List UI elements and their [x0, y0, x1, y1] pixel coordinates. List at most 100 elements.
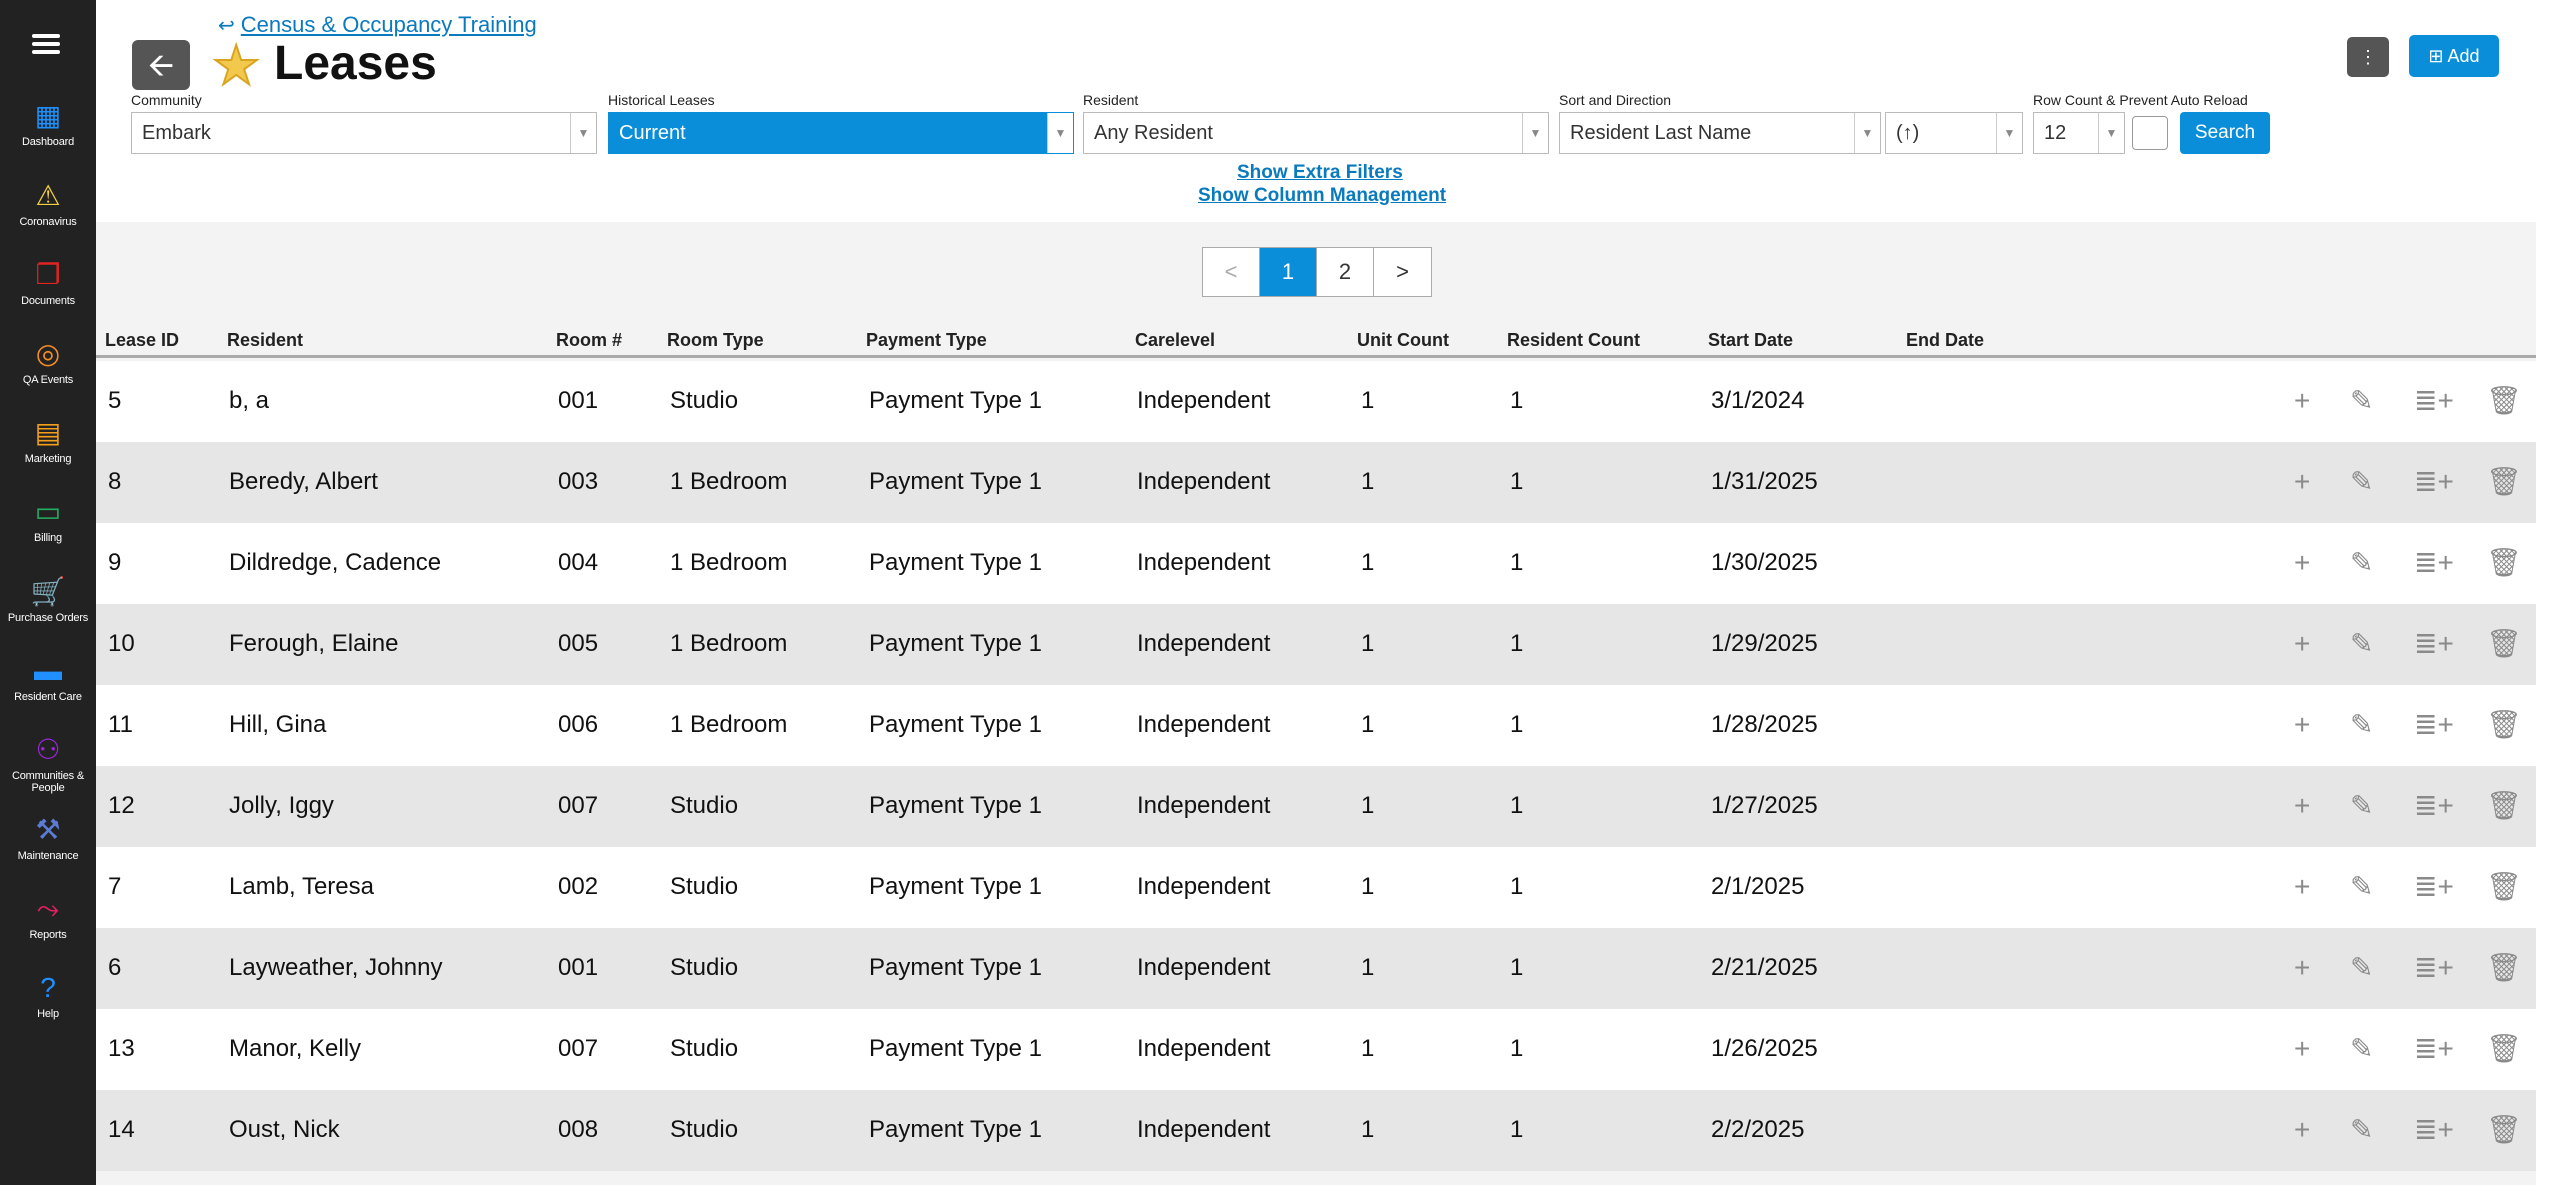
sidebar-item-communities-people[interactable]: ⚇ Communities & People: [0, 734, 96, 812]
sidebar-item-coronavirus[interactable]: ⚠ Coronavirus: [0, 180, 96, 258]
pencil-icon[interactable]: ✎: [2350, 1033, 2373, 1065]
column-header-room[interactable]: Room #: [556, 330, 622, 351]
more-options-button[interactable]: ⋮: [2347, 37, 2389, 77]
trash-icon[interactable]: 🗑: [2486, 1033, 2522, 1065]
plus-icon[interactable]: +: [2294, 547, 2310, 579]
direction-select[interactable]: (↑) ▼: [1885, 112, 2023, 154]
table-row[interactable]: 12 Jolly, Iggy 007 Studio Payment Type 1 Inde…: [96, 766, 2536, 847]
sidebar-item-maintenance[interactable]: ⚒ Maintenance: [0, 814, 96, 892]
list-add-icon[interactable]: ≣+: [2414, 1033, 2454, 1065]
pencil-icon[interactable]: ✎: [2350, 871, 2373, 903]
resident-select[interactable]: Any Resident ▼: [1083, 112, 1549, 154]
trash-icon[interactable]: 🗑: [2486, 628, 2522, 660]
sort-select[interactable]: Resident Last Name ▼: [1559, 112, 1881, 154]
cell-start-date: 1/31/2025: [1711, 468, 1818, 495]
trash-icon[interactable]: 🗑: [2486, 709, 2522, 741]
trash-icon[interactable]: 🗑: [2486, 1114, 2522, 1146]
row-count-select[interactable]: 12 ▼: [2033, 112, 2125, 154]
pencil-icon[interactable]: ✎: [2350, 790, 2373, 822]
pagination-page-1[interactable]: 1: [1260, 248, 1317, 296]
list-add-icon[interactable]: ≣+: [2414, 547, 2454, 579]
trash-icon[interactable]: 🗑: [2486, 385, 2522, 417]
list-add-icon[interactable]: ≣+: [2414, 1114, 2454, 1146]
cell-resident-count: 1: [1510, 468, 1524, 495]
sidebar-item-marketing[interactable]: ▤ Marketing: [0, 417, 96, 495]
search-button[interactable]: Search: [2180, 112, 2270, 154]
table-row[interactable]: 7 Lamb, Teresa 002 Studio Payment Type 1 Inde…: [96, 847, 2536, 928]
community-select[interactable]: Embark ▼: [131, 112, 597, 154]
sidebar-item-dashboard[interactable]: ▦ Dashboard: [0, 100, 96, 178]
sidebar-item-billing[interactable]: ▭ Billing: [0, 496, 96, 574]
column-header-start-date[interactable]: Start Date: [1708, 330, 1793, 351]
cell-unit-count: 1: [1361, 1035, 1375, 1062]
column-header-carelevel[interactable]: Carelevel: [1135, 330, 1215, 351]
table-row[interactable]: 13 Manor, Kelly 007 Studio Payment Type 1 Ind…: [96, 1009, 2536, 1090]
breadcrumb-link[interactable]: Census & Occupancy Training: [241, 12, 537, 37]
cell-resident-count: 1: [1510, 1035, 1524, 1062]
sidebar-item-label: Marketing: [24, 453, 72, 465]
table-row[interactable]: 10 Ferough, Elaine 005 1 Bedroom Payment Typ…: [96, 604, 2536, 685]
table-row[interactable]: 6 Layweather, Johnny 001 Studio Payment Type…: [96, 928, 2536, 1009]
pencil-icon[interactable]: ✎: [2350, 547, 2373, 579]
plus-icon[interactable]: +: [2294, 952, 2310, 984]
sidebar-item-purchase-orders[interactable]: 🛒 Purchase Orders: [0, 576, 96, 654]
warning-icon: ⚠: [35, 180, 61, 211]
column-header-room-type[interactable]: Room Type: [667, 330, 764, 351]
prevent-auto-reload-checkbox[interactable]: [2132, 116, 2168, 150]
pagination-page-2[interactable]: 2: [1317, 248, 1374, 296]
list-add-icon[interactable]: ≣+: [2414, 385, 2454, 417]
list-add-icon[interactable]: ≣+: [2414, 790, 2454, 822]
plus-icon[interactable]: +: [2294, 385, 2310, 417]
pencil-icon[interactable]: ✎: [2350, 709, 2373, 741]
favorite-star-icon[interactable]: ★: [211, 37, 261, 95]
list-add-icon[interactable]: ≣+: [2414, 709, 2454, 741]
pencil-icon[interactable]: ✎: [2350, 952, 2373, 984]
sort-direction-label: Sort and Direction: [1559, 92, 1672, 108]
trash-icon[interactable]: 🗑: [2486, 547, 2522, 579]
list-add-icon[interactable]: ≣+: [2414, 628, 2454, 660]
pencil-icon[interactable]: ✎: [2350, 628, 2373, 660]
sidebar-item-help[interactable]: ? Help: [0, 972, 96, 1050]
plus-icon[interactable]: +: [2294, 871, 2310, 903]
pagination-next[interactable]: >: [1374, 248, 1431, 296]
show-extra-filters-link[interactable]: Show Extra Filters: [1237, 162, 1403, 184]
pencil-icon[interactable]: ✎: [2350, 1114, 2373, 1146]
trash-icon[interactable]: 🗑: [2486, 952, 2522, 984]
historical-leases-select[interactable]: Current ▼: [608, 112, 1074, 154]
back-button[interactable]: 🡨: [132, 40, 190, 90]
column-header-unit-count[interactable]: Unit Count: [1357, 330, 1449, 351]
table-row[interactable]: 8 Beredy, Albert 003 1 Bedroom Payment Type …: [96, 442, 2536, 523]
table-row[interactable]: 11 Hill, Gina 006 1 Bedroom Payment Type 1 In…: [96, 685, 2536, 766]
sidebar-item-documents[interactable]: ❐ Documents: [0, 259, 96, 337]
table-row[interactable]: 9 Dildredge, Cadence 004 1 Bedroom Payment T…: [96, 523, 2536, 604]
column-header-payment-type[interactable]: Payment Type: [866, 330, 987, 351]
plus-icon[interactable]: +: [2294, 466, 2310, 498]
trash-icon[interactable]: 🗑: [2486, 871, 2522, 903]
sidebar-item-reports[interactable]: ⤳ Reports: [0, 893, 96, 971]
table-row[interactable]: 5 b, a 001 Studio Payment Type 1 Independent 1…: [96, 361, 2536, 442]
sidebar-item-resident-care[interactable]: ▬ Resident Care: [0, 655, 96, 733]
sidebar-item-qa-events[interactable]: ◎ QA Events: [0, 338, 96, 416]
list-add-icon[interactable]: ≣+: [2414, 952, 2454, 984]
table-row[interactable]: 14 Oust, Nick 008 Studio Payment Type 1 Indep…: [96, 1090, 2536, 1171]
column-header-lease-id[interactable]: Lease ID: [105, 330, 179, 351]
add-button[interactable]: ⊞ Add: [2409, 35, 2499, 77]
plus-icon[interactable]: +: [2294, 1033, 2310, 1065]
column-header-resident[interactable]: Resident: [227, 330, 303, 351]
show-column-management-link[interactable]: Show Column Management: [1198, 185, 1446, 207]
plus-icon[interactable]: +: [2294, 1114, 2310, 1146]
pencil-icon[interactable]: ✎: [2350, 385, 2373, 417]
plus-icon[interactable]: +: [2294, 709, 2310, 741]
pencil-icon[interactable]: ✎: [2350, 466, 2373, 498]
pagination-prev[interactable]: <: [1203, 248, 1260, 296]
trash-icon[interactable]: 🗑: [2486, 790, 2522, 822]
hamburger-menu-icon[interactable]: [32, 34, 60, 54]
trash-icon[interactable]: 🗑: [2486, 466, 2522, 498]
column-header-end-date[interactable]: End Date: [1906, 330, 1984, 351]
cell-room-type: Studio: [670, 792, 739, 819]
list-add-icon[interactable]: ≣+: [2414, 466, 2454, 498]
column-header-resident-count[interactable]: Resident Count: [1507, 330, 1640, 351]
list-add-icon[interactable]: ≣+: [2414, 871, 2454, 903]
plus-icon[interactable]: +: [2294, 790, 2310, 822]
plus-icon[interactable]: +: [2294, 628, 2310, 660]
